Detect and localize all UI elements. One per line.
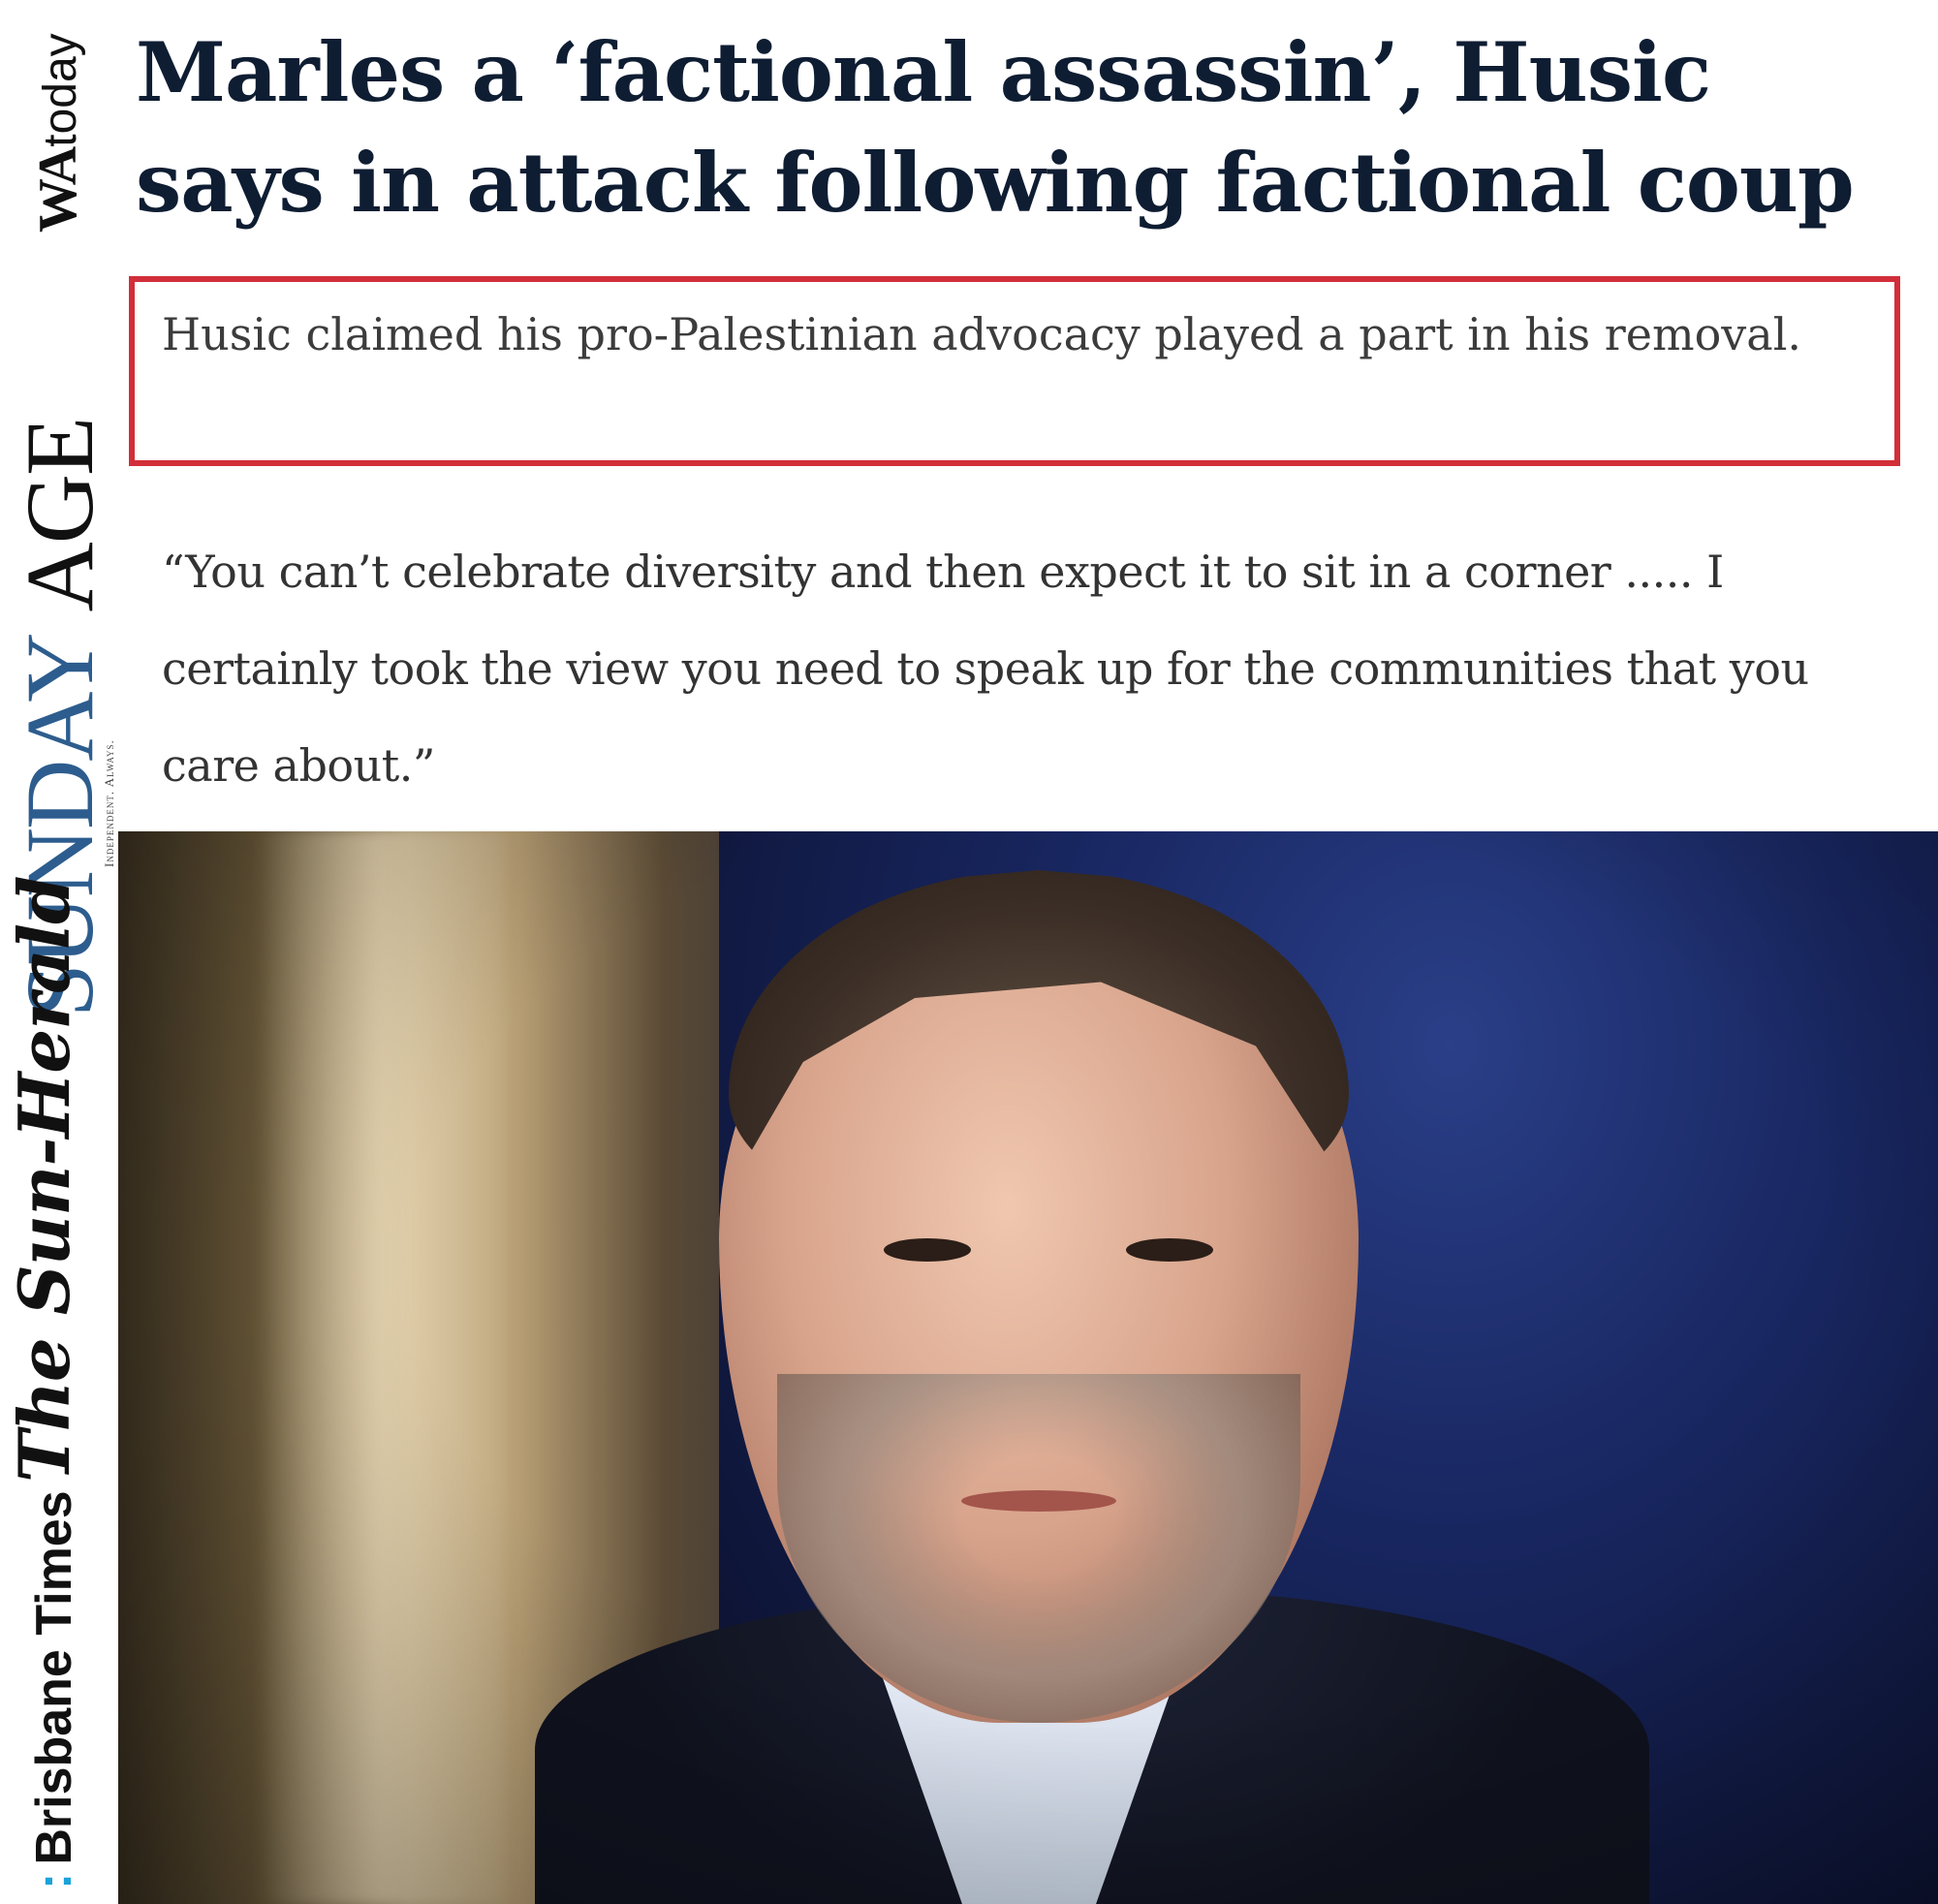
watoday-logo-wa: WA [28, 146, 88, 233]
sun-herald-logo: The Sun-Herald [3, 876, 85, 1483]
brisbane-times-name: Brisbane Times [26, 1490, 82, 1865]
brisbane-times-mark: : [26, 1872, 82, 1889]
article-quote: “You can’t celebrate diversity and then … [162, 546, 1809, 792]
photo-vignette [118, 831, 1938, 1904]
sunday-age-tagline: Independent. Always. [102, 739, 116, 867]
article-headline: Marles a ‘factional assassin’, Husic say… [136, 24, 1855, 231]
brisbane-times-logo: : Brisbane Times [26, 1490, 82, 1889]
masthead-strip: WAtoday SUNDAY AGE Independent. Always. … [0, 0, 118, 1904]
watoday-logo: WAtoday [28, 33, 88, 233]
article-photo [118, 831, 1938, 1904]
watoday-logo-today: today [35, 33, 86, 147]
sunday-age-logo-age: AGE [6, 418, 113, 612]
article-subhead: Husic claimed his pro-Palestinian advoca… [162, 308, 1802, 360]
